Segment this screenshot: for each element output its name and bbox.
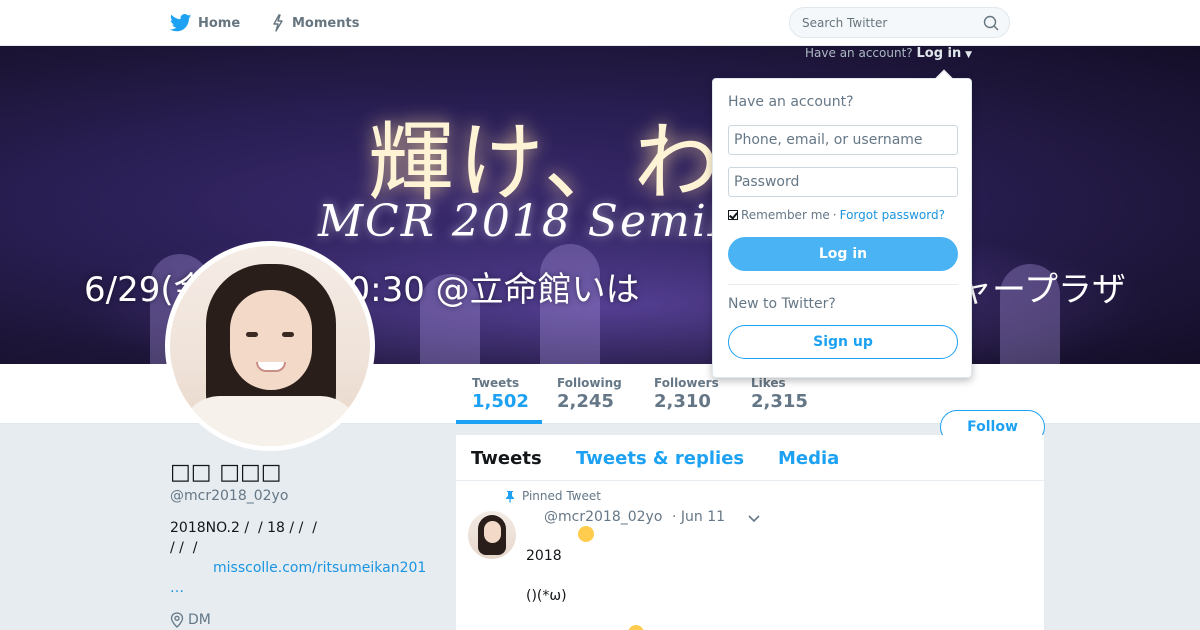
forgot-password-link[interactable]: Forgot password?	[840, 208, 945, 222]
nav-moments[interactable]: Moments	[270, 0, 359, 46]
login-prompt-text: Have an account?	[805, 46, 913, 60]
dropdown-divider	[728, 284, 958, 285]
login-button[interactable]: Log in	[728, 237, 958, 271]
stat-label: Tweets	[472, 376, 520, 390]
search-icon[interactable]	[983, 15, 999, 31]
signup-button[interactable]: Sign up	[728, 325, 958, 359]
avatar-eye	[282, 332, 294, 337]
profile-bio-ellipsis[interactable]: …	[170, 580, 184, 596]
avatar-face	[230, 290, 312, 390]
nav-home[interactable]: Home	[170, 0, 240, 46]
profile-bio-line: 2018NO.2 / / 18 / / /	[170, 520, 317, 536]
login-dropdown: Have an account? Remember me · Forgot pa…	[712, 69, 972, 378]
chevron-down-icon[interactable]	[746, 511, 762, 527]
banner-date-tail: ャープラザ	[958, 270, 1126, 310]
lightning-icon	[273, 14, 283, 32]
tweet-avatar[interactable]	[468, 511, 516, 559]
password-input[interactable]	[728, 167, 958, 197]
caret-down-icon[interactable]: ▼	[965, 50, 972, 60]
stat-value: 2,310	[654, 391, 711, 412]
profile-location: DM	[170, 612, 211, 628]
pin-icon	[506, 490, 514, 502]
smile-emoji-icon	[578, 526, 594, 542]
tweet-date[interactable]: · Jun 11	[672, 509, 725, 525]
profile-name[interactable]: □□ □□□	[170, 460, 282, 485]
login-prompt: Have an account? Log in ▼	[805, 46, 972, 61]
timeline: Tweets Tweets & replies Media Pinned Twe…	[456, 435, 1044, 630]
profile-location-text: DM	[188, 612, 211, 628]
stat-label: Followers	[654, 376, 719, 390]
remember-checkbox[interactable]	[728, 210, 738, 220]
profile-avatar[interactable]	[165, 241, 375, 451]
timeline-tabs: Tweets Tweets & replies Media	[456, 435, 1044, 481]
banner-subtitle: MCR 2018 SemiF	[318, 196, 741, 247]
avatar-photo	[170, 246, 370, 446]
stat-following[interactable]: Following 2,245	[557, 376, 622, 412]
profile-bio-line: / / /	[170, 540, 198, 556]
remember-label[interactable]: Remember me	[741, 208, 830, 222]
tab-tweets[interactable]: Tweets	[471, 448, 542, 469]
stat-value: 2,245	[557, 391, 614, 412]
emoji-icon	[628, 625, 644, 630]
tweet-avatar-face	[484, 521, 501, 543]
pinned-tweet-text: Pinned Tweet	[522, 489, 601, 503]
nav-moments-label: Moments	[292, 15, 360, 31]
profile-bio-link[interactable]: misscolle.com/ritsumeikan201	[213, 560, 426, 576]
tweet-handle[interactable]: @mcr2018_02yo	[544, 509, 662, 525]
tab-media[interactable]: Media	[778, 448, 839, 469]
remember-row: Remember me · Forgot password?	[728, 208, 945, 222]
new-to-twitter-label: New to Twitter?	[728, 296, 836, 312]
location-pin-icon	[170, 612, 184, 628]
active-stat-underline	[456, 420, 542, 424]
tweet-text-line: ()(*ω)	[526, 588, 567, 604]
remember-separator: ·	[832, 208, 837, 222]
top-navigation: Home Moments	[0, 0, 1200, 46]
login-link[interactable]: Log in	[916, 46, 961, 61]
stat-label: Following	[557, 376, 622, 390]
login-dropdown-title: Have an account?	[728, 94, 854, 110]
tab-tweets-replies[interactable]: Tweets & replies	[576, 448, 744, 469]
stat-likes[interactable]: Likes 2,315	[751, 376, 808, 412]
stat-value: 2,315	[751, 391, 808, 412]
tweet-text-line: 2018	[526, 548, 562, 564]
avatar-dress	[180, 396, 360, 446]
stat-tweets[interactable]: Tweets 1,502	[472, 376, 529, 412]
stat-value: 1,502	[472, 391, 529, 412]
nav-home-label: Home	[198, 15, 241, 31]
username-input[interactable]	[728, 125, 958, 155]
stat-label: Likes	[751, 376, 786, 390]
pinned-tweet-label: Pinned Tweet	[504, 489, 601, 503]
search-box	[789, 7, 1010, 38]
search-input[interactable]	[802, 14, 972, 32]
avatar-eye	[246, 332, 258, 337]
stat-followers[interactable]: Followers 2,310	[654, 376, 719, 412]
twitter-bird-icon	[170, 14, 192, 32]
profile-handle[interactable]: @mcr2018_02yo	[170, 488, 288, 504]
